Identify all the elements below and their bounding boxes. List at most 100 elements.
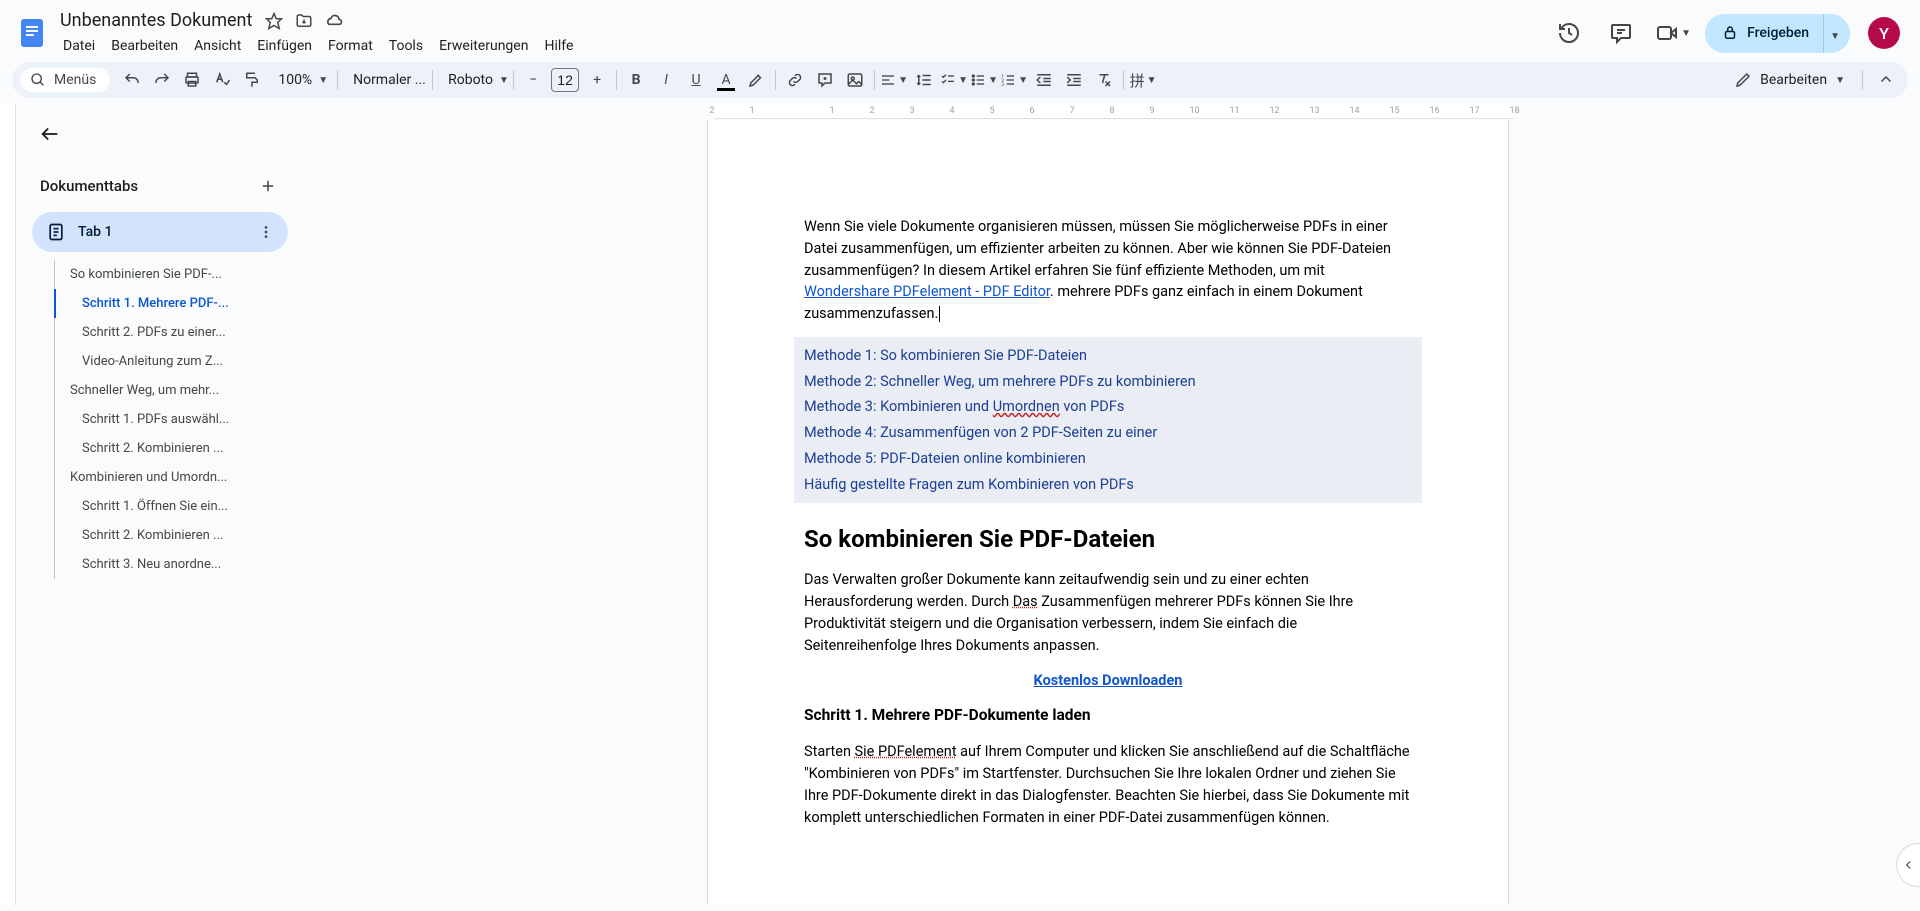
paint-format-button[interactable] bbox=[238, 66, 266, 94]
toc-line[interactable]: Methode 3: Kombinieren und Umordnen von … bbox=[804, 394, 1412, 420]
outline-item[interactable]: So kombinieren Sie PDF-... bbox=[54, 260, 264, 289]
paragraph-style-select[interactable]: Normaler ...▼ bbox=[343, 66, 427, 94]
comments-icon[interactable] bbox=[1601, 13, 1641, 53]
editing-mode-button[interactable]: Bearbeiten ▼ bbox=[1722, 71, 1857, 89]
outline-item[interactable]: Schritt 2. PDFs zu einer... bbox=[54, 318, 264, 347]
font-select[interactable]: Roboto▼ bbox=[438, 66, 508, 94]
menu-format[interactable]: Format bbox=[321, 34, 380, 58]
font-value: Roboto bbox=[448, 72, 493, 88]
share-button-group: Freigeben ▼ bbox=[1705, 14, 1850, 53]
menu-insert[interactable]: Einfügen bbox=[250, 34, 319, 58]
move-icon[interactable] bbox=[294, 11, 314, 31]
font-size-input[interactable] bbox=[551, 68, 579, 92]
highlight-button[interactable] bbox=[742, 66, 770, 94]
pdfelement-link[interactable]: Wondershare PDFelement - PDF Editor bbox=[804, 283, 1050, 300]
zoom-value: 100% bbox=[278, 72, 312, 88]
menu-extensions[interactable]: Erweiterungen bbox=[432, 34, 535, 58]
star-icon[interactable] bbox=[264, 11, 284, 31]
outline-item[interactable]: Video-Anleitung zum Z... bbox=[54, 347, 264, 376]
share-label: Freigeben bbox=[1747, 25, 1809, 41]
outline-item[interactable]: Schritt 1. PDFs auswähl... bbox=[54, 405, 264, 434]
toc-line[interactable]: Methode 4: Zusammenfügen von 2 PDF-Seite… bbox=[804, 420, 1412, 446]
underline-button[interactable]: U bbox=[682, 66, 710, 94]
line-spacing-button[interactable] bbox=[910, 66, 938, 94]
share-dropdown[interactable]: ▼ bbox=[1823, 14, 1850, 53]
app-header: Unbenanntes Dokument Datei Bearbeiten An… bbox=[0, 0, 1920, 58]
outline-item[interactable]: Schritt 3. Neu anordne... bbox=[54, 550, 264, 579]
menu-bar: Datei Bearbeiten Ansicht Einfügen Format… bbox=[56, 34, 1549, 58]
outline-item[interactable]: Schritt 2. Kombinieren ... bbox=[54, 434, 264, 463]
account-avatar[interactable]: Y bbox=[1868, 17, 1900, 49]
vertical-ruler bbox=[0, 104, 16, 905]
document-icon bbox=[46, 222, 66, 242]
outline-item[interactable]: Schritt 2. Kombinieren ... bbox=[54, 521, 264, 550]
bulleted-list-button[interactable]: ▼ bbox=[970, 66, 998, 94]
zoom-select[interactable]: 100%▼ bbox=[268, 66, 332, 94]
page[interactable]: Wenn Sie viele Dokumente organisieren mü… bbox=[708, 120, 1508, 905]
editing-mode-label: Bearbeiten bbox=[1760, 72, 1827, 88]
heading-3: Schritt 1. Mehrere PDF-Dokumente laden bbox=[804, 704, 1412, 727]
toc-line[interactable]: Methode 1: So kombinieren Sie PDF-Dateie… bbox=[804, 343, 1412, 369]
decrease-indent-button[interactable] bbox=[1030, 66, 1058, 94]
toolbar: Menüs 100%▼ Normaler ...▼ Roboto▼ − + B … bbox=[12, 62, 1908, 98]
style-value: Normaler ... bbox=[353, 72, 426, 88]
paragraph-2: Das Verwalten großer Dokumente kann zeit… bbox=[804, 569, 1412, 656]
redo-button[interactable] bbox=[148, 66, 176, 94]
outline-item[interactable]: Kombinieren und Umordn... bbox=[54, 463, 264, 492]
align-button[interactable]: ▼ bbox=[880, 66, 908, 94]
print-button[interactable] bbox=[178, 66, 206, 94]
docs-logo[interactable] bbox=[12, 13, 52, 53]
outline-item[interactable]: Schneller Weg, um mehr... bbox=[54, 376, 264, 405]
menu-help[interactable]: Hilfe bbox=[537, 34, 580, 58]
outline-item[interactable]: Schritt 1. Öffnen Sie ein... bbox=[54, 492, 264, 521]
outline-sidebar: Dokumenttabs Tab 1 So kombinieren Sie PD… bbox=[16, 104, 296, 905]
download-link[interactable]: Kostenlos Downloaden bbox=[1034, 672, 1183, 689]
intro-paragraph: Wenn Sie viele Dokumente organisieren mü… bbox=[804, 216, 1412, 325]
outline-title: Dokumenttabs bbox=[40, 177, 138, 195]
insert-link-button[interactable] bbox=[781, 66, 809, 94]
menu-view[interactable]: Ansicht bbox=[187, 34, 248, 58]
horizontal-ruler: 21123456789101112131415161718 bbox=[296, 104, 1920, 120]
text-color-button[interactable]: A bbox=[712, 66, 740, 94]
undo-button[interactable] bbox=[118, 66, 146, 94]
clear-formatting-button[interactable] bbox=[1090, 66, 1118, 94]
search-menus-label: Menüs bbox=[54, 72, 96, 88]
tab-more-button[interactable] bbox=[254, 220, 278, 244]
decrease-font-size[interactable]: − bbox=[519, 66, 547, 94]
increase-indent-button[interactable] bbox=[1060, 66, 1088, 94]
history-icon[interactable] bbox=[1549, 13, 1589, 53]
outline-item[interactable]: Schritt 1. Mehrere PDF-... bbox=[54, 289, 264, 318]
bold-button[interactable]: B bbox=[622, 66, 650, 94]
document-canvas[interactable]: 21123456789101112131415161718 Wenn Sie v… bbox=[296, 104, 1920, 905]
outline-list: So kombinieren Sie PDF-...Schritt 1. Meh… bbox=[54, 260, 288, 579]
cloud-status-icon[interactable] bbox=[324, 11, 344, 31]
tab-item[interactable]: Tab 1 bbox=[32, 212, 288, 252]
numbered-list-button[interactable]: 123▼ bbox=[1000, 66, 1028, 94]
insert-image-button[interactable] bbox=[841, 66, 869, 94]
collapse-toolbar-button[interactable] bbox=[1872, 66, 1900, 94]
spellcheck-button[interactable] bbox=[208, 66, 236, 94]
tab-label: Tab 1 bbox=[78, 224, 112, 240]
document-title[interactable]: Unbenanntes Dokument bbox=[56, 8, 256, 33]
toc-line[interactable]: Methode 5: PDF-Dateien online kombiniere… bbox=[804, 446, 1412, 472]
increase-font-size[interactable]: + bbox=[583, 66, 611, 94]
back-button[interactable] bbox=[32, 116, 68, 152]
toc-box: Methode 1: So kombinieren Sie PDF-Dateie… bbox=[794, 337, 1422, 504]
toc-line[interactable]: Häufig gestellte Fragen zum Kombinieren … bbox=[804, 472, 1412, 498]
checklist-button[interactable]: ▼ bbox=[940, 66, 968, 94]
menu-file[interactable]: Datei bbox=[56, 34, 102, 58]
meet-button[interactable]: ▼ bbox=[1653, 13, 1693, 53]
svg-text:3: 3 bbox=[1001, 82, 1004, 88]
heading-1: So kombinieren Sie PDF-Dateien bbox=[804, 521, 1412, 557]
content-area: Dokumenttabs Tab 1 So kombinieren Sie PD… bbox=[0, 104, 1920, 905]
paragraph-3: Starten Sie PDFelement auf Ihrem Compute… bbox=[804, 741, 1412, 828]
input-tools-button[interactable]: 拼▼ bbox=[1129, 66, 1157, 94]
search-menus[interactable]: Menüs bbox=[20, 68, 110, 92]
share-button[interactable]: Freigeben bbox=[1705, 14, 1823, 52]
add-tab-button[interactable] bbox=[256, 174, 280, 198]
menu-tools[interactable]: Tools bbox=[382, 34, 430, 58]
add-comment-button[interactable] bbox=[811, 66, 839, 94]
toc-line[interactable]: Methode 2: Schneller Weg, um mehrere PDF… bbox=[804, 369, 1412, 395]
menu-edit[interactable]: Bearbeiten bbox=[104, 34, 185, 58]
italic-button[interactable]: I bbox=[652, 66, 680, 94]
